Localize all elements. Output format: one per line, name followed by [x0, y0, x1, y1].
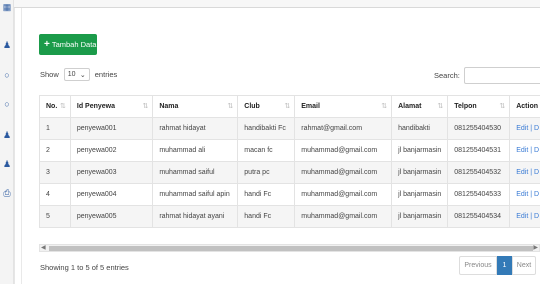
- cell-telpon: 081255404530: [447, 117, 511, 140]
- cell-alamat: handibakti: [391, 117, 449, 140]
- cell-email: muhammad@gmail.com: [294, 205, 393, 228]
- cell-no: 1: [39, 117, 71, 140]
- sort-icon: ⇅: [499, 103, 506, 110]
- sort-icon: ⇅: [60, 103, 66, 110]
- entries-length: Show 10 ⌄ entries: [40, 68, 117, 81]
- table-row: 4 penyewa004 muhammad saiful apin handi …: [39, 183, 540, 206]
- cell-telpon: 081255404532: [447, 161, 511, 184]
- entries-select[interactable]: 10 ⌄: [63, 68, 90, 81]
- edit-delete-link[interactable]: Edit | D: [516, 169, 539, 176]
- cell-telpon: 081255404531: [447, 139, 511, 162]
- entries-label: entries: [94, 70, 118, 79]
- cell-club: handibakti Fc: [237, 117, 296, 140]
- user-icon[interactable]: ♟: [2, 130, 12, 140]
- scroll-right-icon[interactable]: ▶: [533, 244, 538, 251]
- add-data-button[interactable]: + Tambah Data: [39, 34, 97, 55]
- column-header-club[interactable]: Club ⇅: [237, 95, 296, 118]
- cell-nama: muhammad saiful: [152, 161, 239, 184]
- dashboard-icon[interactable]: ▦: [2, 2, 12, 12]
- sort-icon: ⇅: [284, 103, 291, 110]
- user-icon[interactable]: ♟: [2, 159, 12, 169]
- cell-id-penyewa: penyewa003: [69, 161, 154, 184]
- cell-id-penyewa: penyewa004: [69, 183, 154, 206]
- chevron-down-icon: ⌄: [79, 71, 86, 79]
- cell-email: muhammad@gmail.com: [294, 183, 393, 206]
- circle-icon[interactable]: ○: [2, 70, 12, 80]
- table-row: 2 penyewa002 muhammad ali macan fc muham…: [39, 139, 540, 162]
- search-input[interactable]: [463, 67, 540, 84]
- cell-no: 5: [39, 205, 71, 228]
- cell-nama: muhammad ali: [152, 139, 239, 162]
- cell-nama: rahmat hidayat: [152, 117, 239, 140]
- cell-club: macan fc: [237, 139, 296, 162]
- cell-club: putra pc: [237, 161, 296, 184]
- edit-delete-link[interactable]: Edit | D: [516, 125, 539, 132]
- print-icon[interactable]: ⎙: [2, 188, 12, 198]
- page-1-button[interactable]: 1: [497, 256, 512, 275]
- cell-action: Edit | D: [509, 117, 540, 140]
- cell-id-penyewa: penyewa001: [69, 117, 154, 140]
- search-area: Search:: [434, 67, 540, 84]
- table-row: 1 penyewa001 rahmat hidayat handibakti F…: [39, 117, 540, 140]
- top-bar: [14, 0, 540, 8]
- cell-nama: muhammad saiful apin: [152, 183, 239, 206]
- column-header-action[interactable]: Action: [509, 95, 540, 118]
- column-header-no[interactable]: No. ⇅: [39, 95, 71, 118]
- previous-button[interactable]: Previous: [459, 256, 497, 275]
- table-info: Showing 1 to 5 of 5 entries: [40, 263, 129, 272]
- scroll-left-icon[interactable]: ◀: [41, 244, 46, 251]
- table-row: 3 penyewa003 muhammad saiful putra pc mu…: [39, 161, 540, 184]
- cell-no: 4: [39, 183, 71, 206]
- table-header-row: No. ⇅ Id Penyewa ⇅ Nama ⇅ Club ⇅ Email ⇅ Alam…: [39, 95, 540, 118]
- cell-club: handi Fc: [237, 205, 296, 228]
- plus-icon: +: [44, 39, 50, 50]
- cell-alamat: jl banjarmasin: [391, 161, 449, 184]
- sort-icon: ⇅: [142, 103, 149, 110]
- cell-id-penyewa: penyewa002: [69, 139, 154, 162]
- sort-icon: ⇅: [381, 103, 388, 110]
- sort-icon: ⇅: [227, 103, 234, 110]
- sort-icon: ⇅: [437, 103, 444, 110]
- scroll-thumb[interactable]: [49, 246, 533, 251]
- column-header-email[interactable]: Email ⇅: [294, 95, 393, 118]
- entries-select-value: 10: [67, 71, 76, 78]
- edit-delete-link[interactable]: Edit | D: [516, 147, 539, 154]
- cell-nama: rahmat hidayat ayani: [152, 205, 239, 228]
- cell-action: Edit | D: [509, 139, 540, 162]
- horizontal-scrollbar[interactable]: ◀ ▶: [39, 244, 540, 252]
- cell-club: handi Fc: [237, 183, 296, 206]
- search-label: Search:: [434, 71, 460, 80]
- divider: [21, 8, 22, 284]
- table-row: 5 penyewa005 rahmat hidayat ayani handi …: [39, 205, 540, 228]
- cell-action: Edit | D: [509, 161, 540, 184]
- column-header-nama[interactable]: Nama ⇅: [152, 95, 239, 118]
- next-button[interactable]: Next: [512, 256, 536, 275]
- column-header-id-penyewa[interactable]: Id Penyewa ⇅: [69, 95, 154, 118]
- cell-no: 3: [39, 161, 71, 184]
- column-header-telpon[interactable]: Telpon ⇅: [447, 95, 511, 118]
- cell-action: Edit | D: [509, 205, 540, 228]
- user-icon[interactable]: ♟: [2, 40, 12, 50]
- column-header-alamat[interactable]: Alamat ⇅: [391, 95, 449, 118]
- cell-no: 2: [39, 139, 71, 162]
- cell-alamat: jl banjarmasin: [391, 205, 449, 228]
- cell-telpon: 081255404533: [447, 183, 511, 206]
- cell-telpon: 081255404534: [447, 205, 511, 228]
- sidebar: ▦ ♟ ○ ○ ♟ ♟ ⎙: [0, 0, 14, 284]
- cell-email: muhammad@gmail.com: [294, 139, 393, 162]
- cell-email: rahmat@gmail.com: [294, 117, 393, 140]
- show-label: Show: [40, 70, 59, 79]
- edit-delete-link[interactable]: Edit | D: [516, 213, 539, 220]
- cell-email: muhammad@gmail.com: [294, 161, 393, 184]
- cell-id-penyewa: penyewa005: [69, 205, 154, 228]
- cell-alamat: jl banjarmasin: [391, 183, 449, 206]
- cell-action: Edit | D: [509, 183, 540, 206]
- add-data-label: Tambah Data: [51, 40, 97, 49]
- cell-alamat: jl banjarmasin: [391, 139, 449, 162]
- circle-icon[interactable]: ○: [2, 99, 12, 109]
- penyewa-table: No. ⇅ Id Penyewa ⇅ Nama ⇅ Club ⇅ Email ⇅ Alam…: [39, 95, 540, 228]
- pagination: Previous 1 Next: [459, 256, 536, 275]
- edit-delete-link[interactable]: Edit | D: [516, 191, 539, 198]
